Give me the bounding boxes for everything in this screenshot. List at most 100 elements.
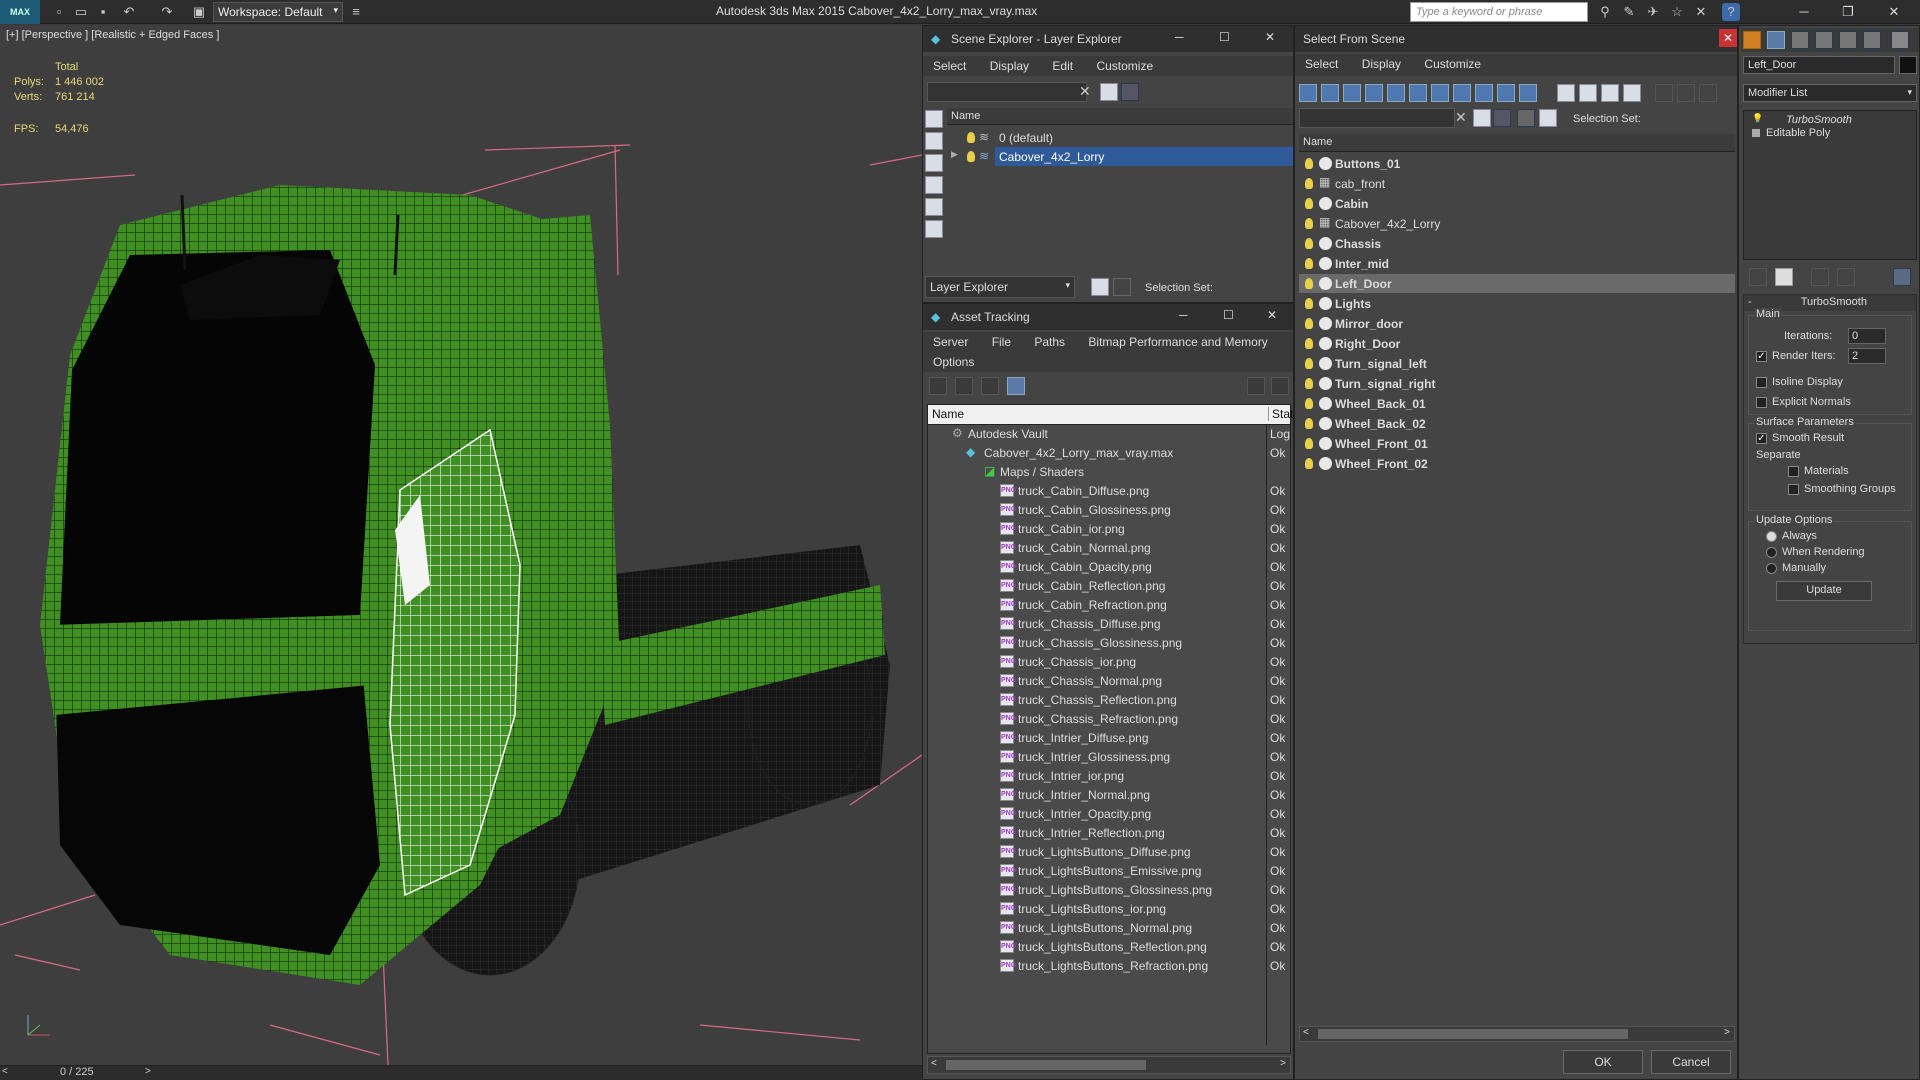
filter-space-warps-icon[interactable] — [1409, 84, 1427, 102]
object-row[interactable]: Wheel_Front_02 — [1299, 454, 1735, 473]
light-bulb-icon[interactable] — [1305, 218, 1313, 229]
asset-file-row[interactable]: PNG truck_Cabin_Opacity.png Ok — [928, 558, 1290, 577]
object-row[interactable]: Chassis — [1299, 234, 1735, 253]
filter-funnel-icon[interactable] — [1655, 84, 1673, 102]
manually-radio[interactable] — [1766, 563, 1777, 574]
object-horizontal-scrollbar[interactable]: < > — [1299, 1026, 1735, 1042]
asset-file-row[interactable]: PNG truck_Chassis_ior.png Ok — [928, 653, 1290, 672]
binoculars-icon[interactable]: ⚲ — [1596, 3, 1614, 21]
object-row[interactable]: Mirror_door — [1299, 314, 1735, 333]
redo-icon[interactable]: ↷ — [158, 3, 176, 21]
light-bulb-icon[interactable] — [1305, 298, 1313, 309]
asset-file-row[interactable]: PNG truck_Cabin_Normal.png Ok — [928, 539, 1290, 558]
light-bulb-icon[interactable] — [1305, 418, 1313, 429]
scroll-right-icon[interactable]: > — [1724, 1027, 1730, 1038]
next-frame-icon[interactable]: > — [145, 1066, 151, 1077]
object-name-header[interactable]: Name — [1299, 134, 1735, 152]
minimize-icon[interactable]: ─ — [1175, 30, 1184, 44]
scroll-left-icon[interactable]: < — [1303, 1027, 1309, 1038]
layer-row-cabover[interactable]: ≋ Cabover_4x2_Lorry — [967, 147, 1293, 166]
object-row[interactable]: Wheel_Back_02 — [1299, 414, 1735, 433]
viewport-label[interactable]: [+] [Perspective ] [Realistic + Edged Fa… — [6, 29, 219, 41]
filter-containers-icon[interactable] — [1497, 84, 1515, 102]
asset-file-row[interactable]: PNG truck_Cabin_Reflection.png Ok — [928, 577, 1290, 596]
display-shapes-icon[interactable] — [925, 154, 943, 172]
extra-tab-icon[interactable] — [1891, 31, 1909, 49]
object-row[interactable]: Right_Door — [1299, 334, 1735, 353]
light-bulb-icon[interactable] — [1305, 438, 1313, 449]
asset-file-row[interactable]: PNG truck_Cabin_Refraction.png Ok — [928, 596, 1290, 615]
help-icon[interactable] — [1247, 377, 1265, 395]
light-bulb-icon[interactable] — [1305, 458, 1313, 469]
light-bulb-icon[interactable] — [1305, 158, 1313, 169]
close-icon[interactable]: ✕ — [1880, 2, 1908, 22]
perspective-viewport[interactable]: [+] [Perspective ] [Realistic + Edged Fa… — [0, 25, 922, 1065]
asset-file-row[interactable]: PNG truck_LightsButtons_Normal.png Ok — [928, 919, 1290, 938]
minimize-icon[interactable]: ─ — [1179, 308, 1188, 322]
filter-xrefs-icon[interactable] — [1453, 84, 1471, 102]
undo-icon[interactable]: ↶ — [120, 3, 138, 21]
light-bulb-icon[interactable] — [1305, 358, 1313, 369]
vault-row[interactable]: ⚙ Autodesk Vault Log — [928, 425, 1290, 444]
asset-file-row[interactable]: PNG truck_Chassis_Glossiness.png Ok — [928, 634, 1290, 653]
light-bulb-icon[interactable] — [1305, 238, 1313, 249]
motion-tab-icon[interactable] — [1815, 31, 1833, 49]
sort-icon[interactable] — [1677, 84, 1695, 102]
filter-bones-icon[interactable] — [1475, 84, 1493, 102]
render-iters-checkbox[interactable]: ✓ — [1756, 351, 1767, 362]
asset-file-row[interactable]: PNG truck_Chassis_Normal.png Ok — [928, 672, 1290, 691]
scroll-right-icon[interactable]: > — [1280, 1058, 1286, 1069]
filter-geometry-icon[interactable] — [1299, 84, 1317, 102]
asset-file-row[interactable]: PNG truck_Cabin_Diffuse.png Ok — [928, 482, 1290, 501]
open-file-icon[interactable]: ▭ — [72, 3, 90, 21]
light-bulb-icon[interactable] — [1305, 178, 1313, 189]
asset-file-row[interactable]: PNG truck_Chassis_Reflection.png Ok — [928, 691, 1290, 710]
update-button[interactable]: Update — [1776, 581, 1872, 601]
asset-file-row[interactable]: PNG truck_Intrier_Opacity.png Ok — [928, 805, 1290, 824]
explorer-type-dropdown[interactable]: Layer Explorer ▾ — [925, 276, 1075, 298]
iterations-spinner[interactable]: 0 — [1848, 328, 1886, 344]
always-radio[interactable] — [1766, 531, 1777, 542]
light-bulb-icon[interactable] — [1305, 278, 1313, 289]
menu-customize[interactable]: Customize — [1086, 56, 1163, 76]
object-row[interactable]: Cabin — [1299, 194, 1735, 213]
menu-edit[interactable]: Edit — [1042, 56, 1083, 76]
display-objects-icon[interactable] — [925, 110, 943, 128]
maximize-icon[interactable]: ☐ — [1219, 30, 1230, 44]
modify-tab-icon[interactable] — [1767, 31, 1785, 49]
show-end-result-icon[interactable] — [1775, 268, 1793, 286]
app-logo[interactable]: MAX — [0, 0, 40, 24]
project-icon[interactable]: ▣ — [190, 3, 208, 21]
light-bulb-icon[interactable] — [967, 132, 975, 143]
when-rendering-radio[interactable] — [1766, 547, 1777, 558]
light-bulb-icon[interactable] — [1305, 318, 1313, 329]
table-view-icon[interactable] — [1007, 377, 1025, 395]
object-row[interactable]: Left_Door — [1299, 274, 1735, 293]
menu-display[interactable]: Display — [1352, 54, 1411, 74]
stack-editable-poly[interactable]: Editable Poly — [1766, 127, 1830, 139]
thumbnail-icon[interactable] — [981, 377, 999, 395]
hierarchy-tab-icon[interactable] — [1791, 31, 1809, 49]
subscription-icon[interactable]: ✎ — [1620, 3, 1638, 21]
filter-shapes-icon[interactable] — [1321, 84, 1339, 102]
filter-hidden-icon[interactable] — [1557, 84, 1575, 102]
asset-file-row[interactable]: PNG truck_LightsButtons_Diffuse.png Ok — [928, 843, 1290, 862]
filter-icon[interactable] — [1100, 83, 1118, 101]
menu-paths[interactable]: Paths — [1024, 332, 1075, 352]
menu-customize[interactable]: Customize — [1414, 54, 1491, 74]
refresh-icon[interactable] — [929, 377, 947, 395]
object-row[interactable]: Buttons_01 — [1299, 154, 1735, 173]
exchange-icon[interactable]: ✕ — [1692, 3, 1710, 21]
hierarchy-icon[interactable] — [1113, 278, 1131, 296]
object-row[interactable]: Wheel_Front_01 — [1299, 434, 1735, 453]
scrollbar-thumb[interactable] — [946, 1060, 1146, 1070]
filter-frozen-icon[interactable] — [1519, 84, 1537, 102]
layer-icon[interactable] — [1091, 278, 1109, 296]
display-helpers-icon[interactable] — [925, 220, 943, 238]
filter-display-none-icon[interactable] — [1601, 84, 1619, 102]
close-icon[interactable]: ✕ — [1265, 30, 1275, 44]
close-icon[interactable]: ✕ — [1719, 29, 1737, 47]
minimize-icon[interactable]: ─ — [1790, 2, 1818, 22]
max-file-row[interactable]: ◆ Cabover_4x2_Lorry_max_vray.max Ok — [928, 444, 1290, 463]
light-bulb-icon[interactable] — [1305, 258, 1313, 269]
